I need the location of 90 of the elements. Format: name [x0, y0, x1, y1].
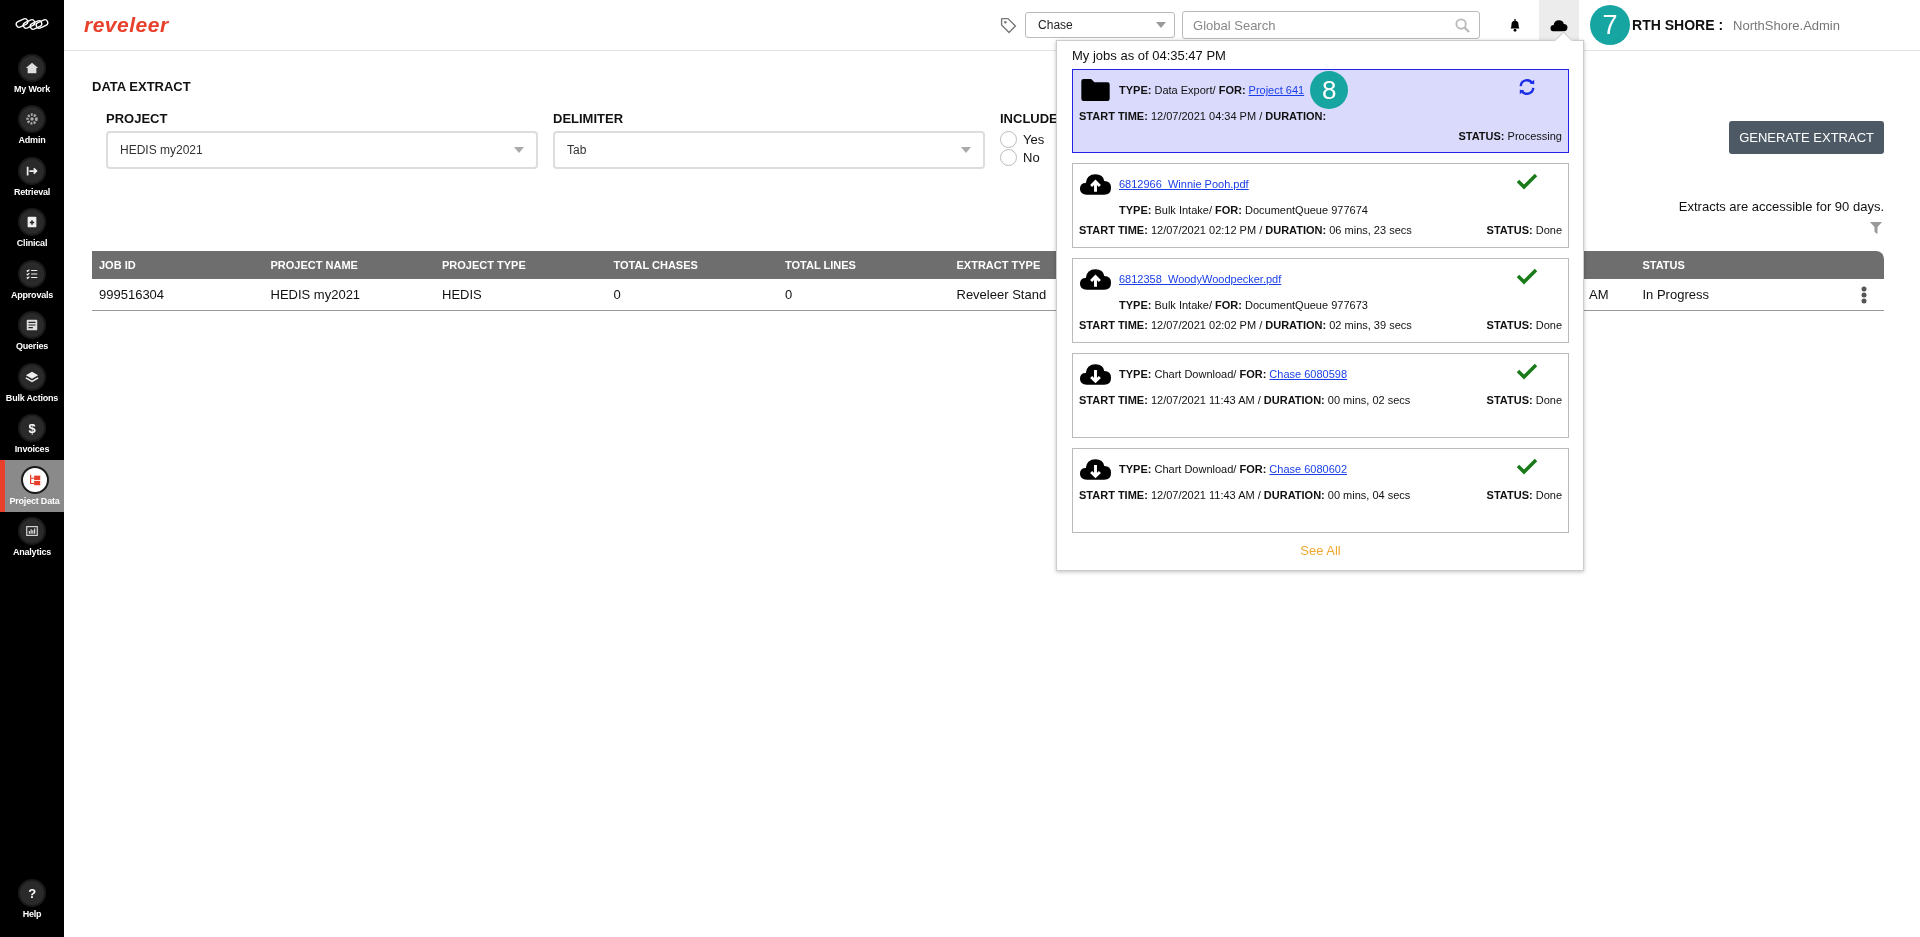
- table-cell: HEDIS my2021: [270, 287, 361, 302]
- folder-icon: [1079, 78, 1112, 102]
- generate-extract-button[interactable]: GENERATE EXTRACT: [1729, 121, 1884, 154]
- sidebar-item[interactable]: Admin: [0, 99, 64, 151]
- step-badge: 7: [1590, 5, 1631, 45]
- job-start-time: START TIME: 12/07/2021 02:02 PM / DURATION: 02 mins, 39 secs: [1079, 319, 1412, 331]
- user-name: NorthShore.Admin: [1733, 17, 1840, 33]
- sidebar-item[interactable]: $ Invoices: [0, 408, 64, 460]
- search-field[interactable]: Global Search: [1182, 11, 1481, 39]
- table-cell: In Progress: [1642, 287, 1709, 302]
- job-status: STATUS: Done: [1486, 394, 1562, 406]
- sidebar-item[interactable]: Bulk Actions: [0, 357, 64, 409]
- job-start-time: START TIME: 12/07/2021 11:43 AM / DURATION: 00 mins, 04 secs: [1079, 489, 1411, 501]
- search-icon: [1455, 18, 1471, 33]
- job-type: TYPE: Chart Download/ FOR: Chase 6080602: [1119, 463, 1348, 475]
- job-status: STATUS: Processing: [1458, 130, 1562, 142]
- organization-name: RTH SHORE :: [1632, 17, 1724, 33]
- column-header: STATUS: [1642, 259, 1685, 271]
- job-type: TYPE: Chart Download/ FOR: Chase 6080598: [1119, 368, 1348, 380]
- caret-icon: [1156, 22, 1167, 28]
- radio-label: No: [1023, 150, 1040, 165]
- radio-label: Yes: [1023, 132, 1045, 147]
- table-cell: HEDIS: [442, 287, 482, 302]
- job-type: TYPE: Data Export/ FOR: Project 641: [1119, 84, 1305, 96]
- table-cell: 0: [613, 287, 621, 302]
- sidebar-item[interactable]: Queries: [0, 305, 64, 357]
- chart-icon: [25, 524, 39, 539]
- home-icon: [25, 60, 39, 75]
- table-cell: AM: [1589, 287, 1609, 302]
- retention-note: Extracts are accessible for 90 days.: [1678, 199, 1884, 214]
- sidebar-item[interactable]: Approvals: [0, 254, 64, 306]
- filter-icon[interactable]: [1870, 222, 1882, 234]
- table-cell: Reveleer Stand: [956, 287, 1047, 302]
- job-target-link[interactable]: Project 641: [1248, 84, 1305, 96]
- folder-tree-icon: [27, 472, 42, 487]
- column-header: TOTAL CHASES: [613, 259, 698, 271]
- file-link[interactable]: 6812358_WoodyWoodpecker.pdf: [1119, 273, 1492, 285]
- logo: reveleer: [84, 13, 169, 37]
- logo-icon: [15, 17, 49, 31]
- cloud-upload-icon: [1079, 172, 1112, 196]
- job-start-time: START TIME: 12/07/2021 02:12 PM / DURATION: 06 mins, 23 secs: [1079, 224, 1412, 236]
- chase-select[interactable]: Chase: [1025, 12, 1176, 38]
- delimiter-select[interactable]: Tab: [553, 131, 985, 169]
- cloud-download-icon: [1079, 457, 1112, 481]
- check-icon: [1516, 362, 1538, 380]
- layers-icon: [25, 369, 39, 384]
- column-header: PROJECT TYPE: [442, 259, 526, 271]
- job-status: STATUS: Done: [1486, 489, 1562, 501]
- column-header: EXTRACT TYPE: [956, 259, 1041, 271]
- cloud-download-icon: [1079, 362, 1112, 386]
- field-label: INCLUDE: [1000, 111, 1058, 126]
- field-label: DELIMITER: [553, 111, 625, 126]
- file-link[interactable]: 6812966_Winnie Pooh.pdf: [1119, 178, 1492, 190]
- gear-icon: [25, 112, 39, 127]
- job-target-link[interactable]: Chase 6080602: [1269, 463, 1348, 475]
- more-icon[interactable]: [1861, 285, 1867, 304]
- column-header: PROJECT NAME: [270, 259, 358, 271]
- job-status: STATUS: Done: [1486, 319, 1562, 331]
- popup-title: My jobs as of 04:35:47 PM: [1072, 48, 1227, 63]
- clipboard-icon: [25, 215, 39, 230]
- table-cell: 0: [785, 287, 793, 302]
- check-icon: [1516, 172, 1538, 190]
- check-icon: [1516, 457, 1538, 475]
- caret-icon: [961, 147, 971, 153]
- job-status: STATUS: Done: [1486, 224, 1562, 236]
- column-header: JOB ID: [99, 259, 136, 271]
- tag-icon: [1000, 16, 1018, 34]
- check-icon: [1516, 267, 1538, 285]
- sidebar-item[interactable]: Retrieval: [0, 151, 64, 203]
- cloud-upload-icon: [1079, 267, 1112, 291]
- field-label: PROJECT: [106, 111, 169, 126]
- table-cell: 999516304: [99, 287, 165, 302]
- sidebar-item[interactable]: Clinical: [0, 202, 64, 254]
- cloud-icon: [1550, 18, 1569, 32]
- step-badge: 8: [1310, 71, 1349, 109]
- help-icon: ?: [28, 885, 36, 901]
- job-start-time: START TIME: 12/07/2021 04:34 PM / DURATION:: [1079, 110, 1327, 122]
- page-title: DATA EXTRACT: [92, 79, 191, 94]
- job-type: TYPE: Bulk Intake/ FOR: DocumentQueue 977673: [1119, 299, 1368, 311]
- dollar-icon: $: [28, 420, 36, 436]
- document-icon: [25, 318, 39, 333]
- help-button[interactable]: ? Help: [0, 873, 64, 925]
- job-start-time: START TIME: 12/07/2021 11:43 AM / DURATION: 00 mins, 02 secs: [1079, 394, 1411, 406]
- sidebar-item[interactable]: Analytics: [0, 511, 64, 563]
- job-type: TYPE: Bulk Intake/ FOR: DocumentQueue 977674: [1119, 204, 1368, 216]
- job-target-link[interactable]: Chase 6080598: [1269, 368, 1348, 380]
- caret-icon: [514, 147, 524, 153]
- sidebar-item[interactable]: My Work: [0, 48, 64, 100]
- column-header: TOTAL LINES: [785, 259, 856, 271]
- project-select[interactable]: HEDIS my2021: [106, 131, 538, 169]
